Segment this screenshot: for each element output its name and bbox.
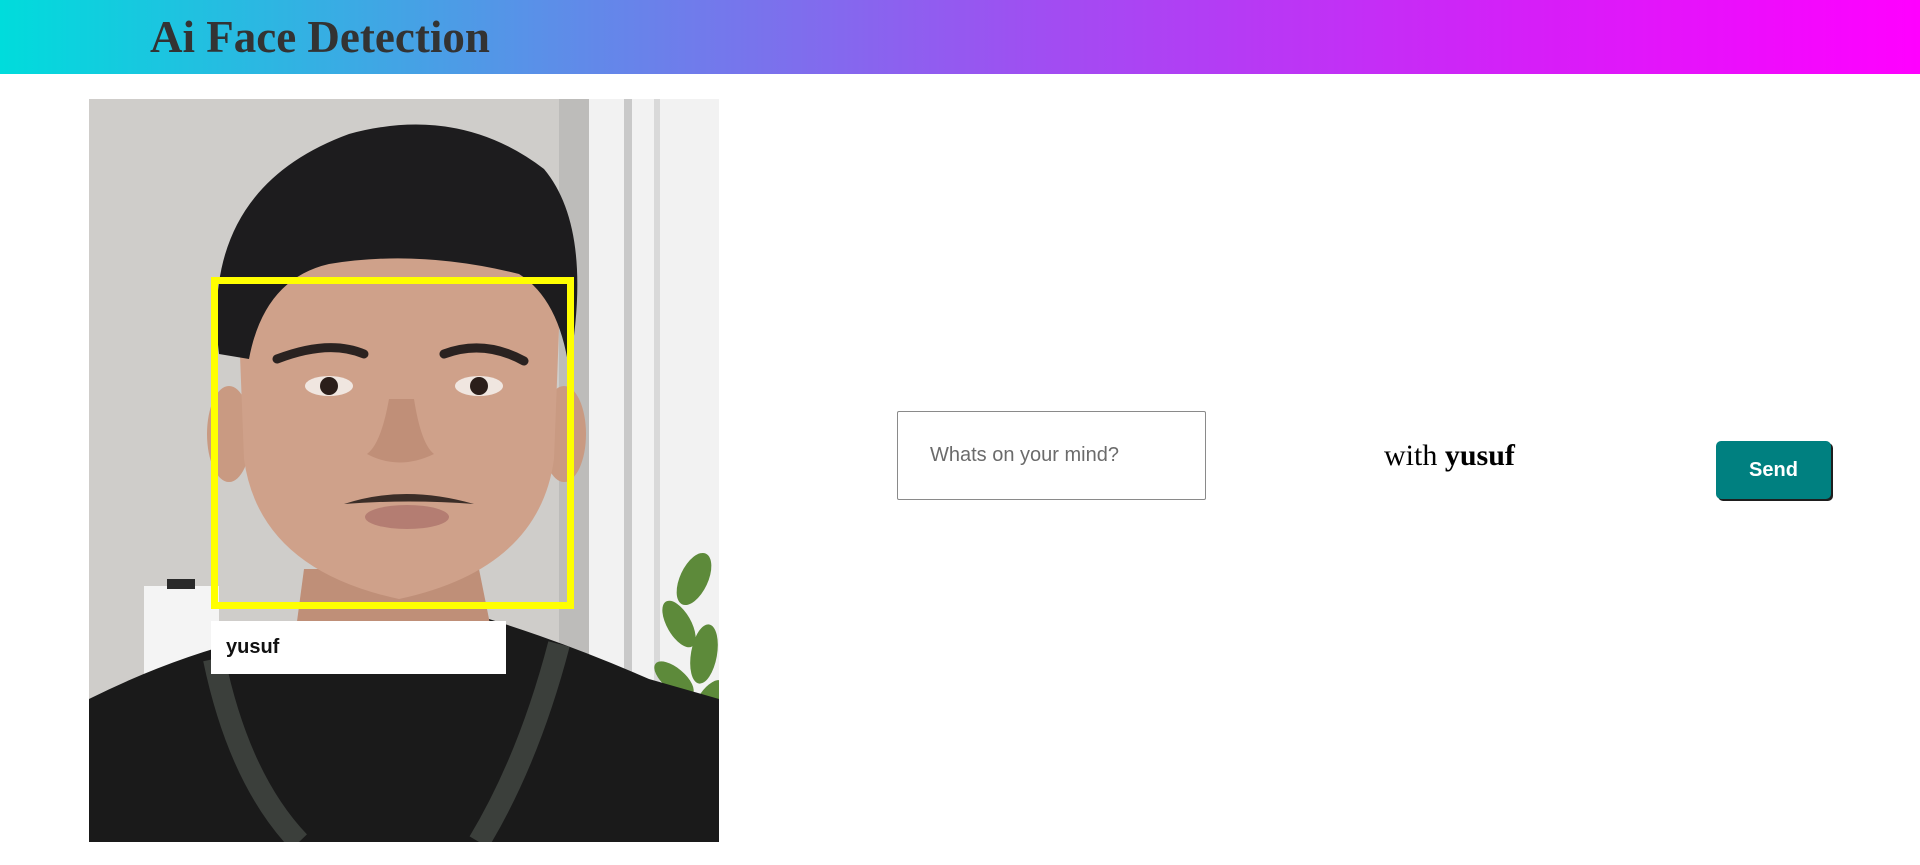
recipient-name: yusuf <box>1444 439 1515 472</box>
message-input[interactable] <box>897 411 1206 500</box>
face-name-label: yusuf <box>211 621 506 674</box>
chat-recipient: with yusuf <box>1384 436 1515 476</box>
page-title: Ai Face Detection <box>150 12 490 62</box>
send-button[interactable]: Send <box>1716 441 1831 499</box>
with-prefix: with <box>1384 439 1438 472</box>
webcam-feed: yusuf <box>89 99 719 842</box>
header-bar: Ai Face Detection <box>0 0 1920 74</box>
face-bounding-box <box>211 277 574 609</box>
